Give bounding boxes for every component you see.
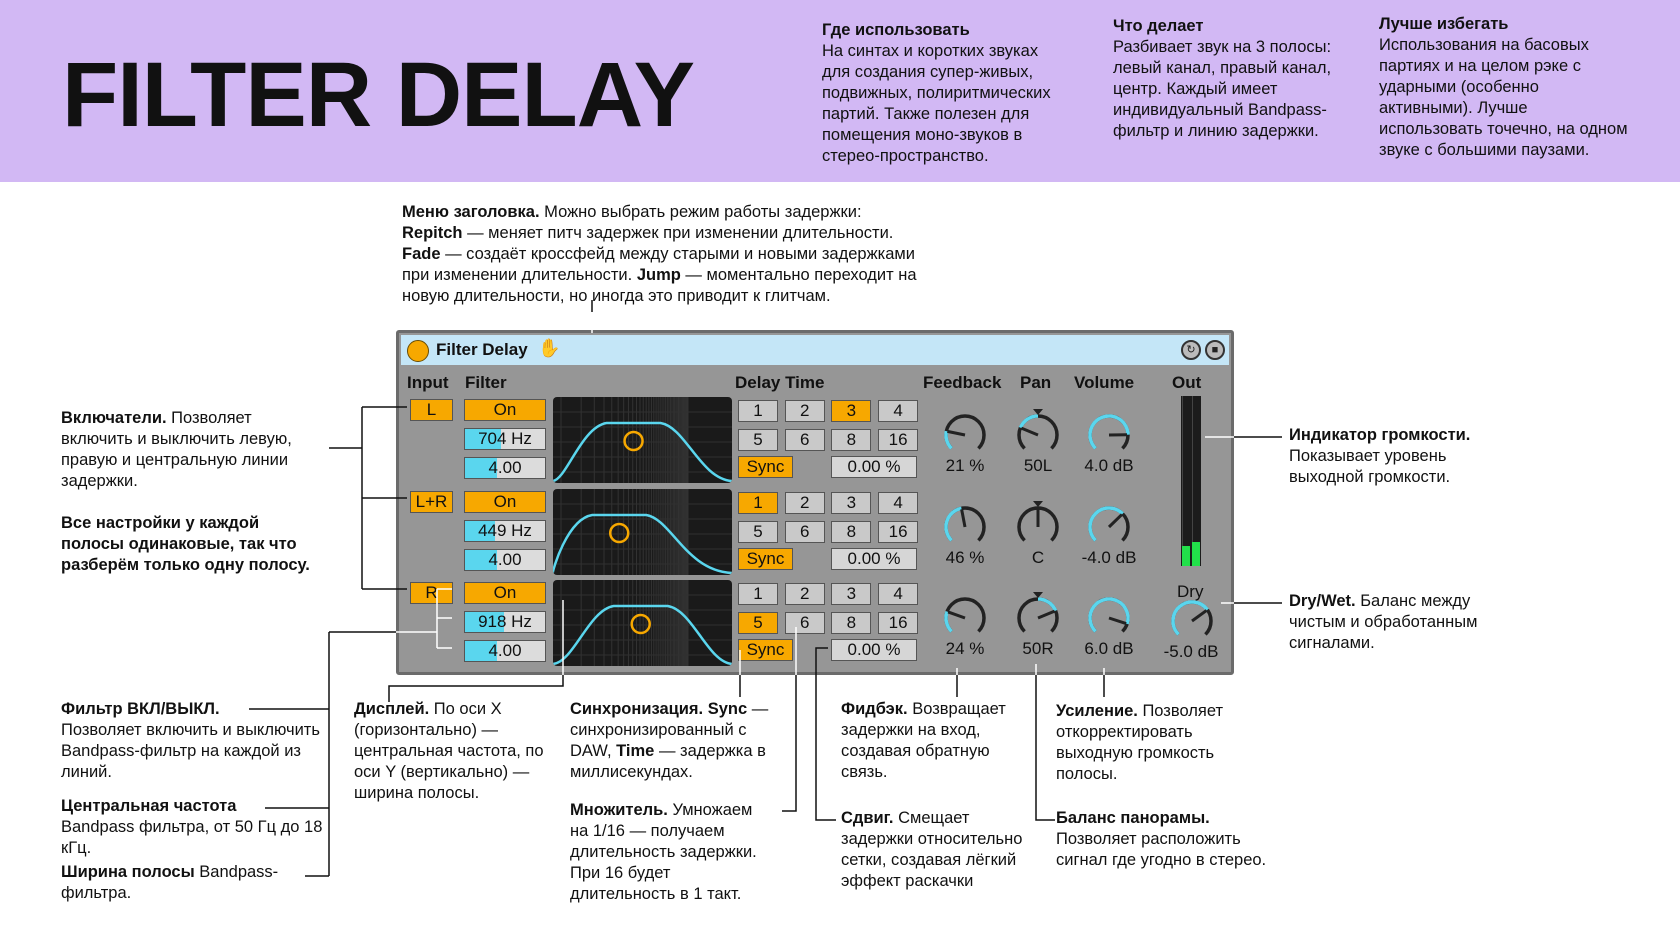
annotation-leader-lines [249,300,1282,877]
